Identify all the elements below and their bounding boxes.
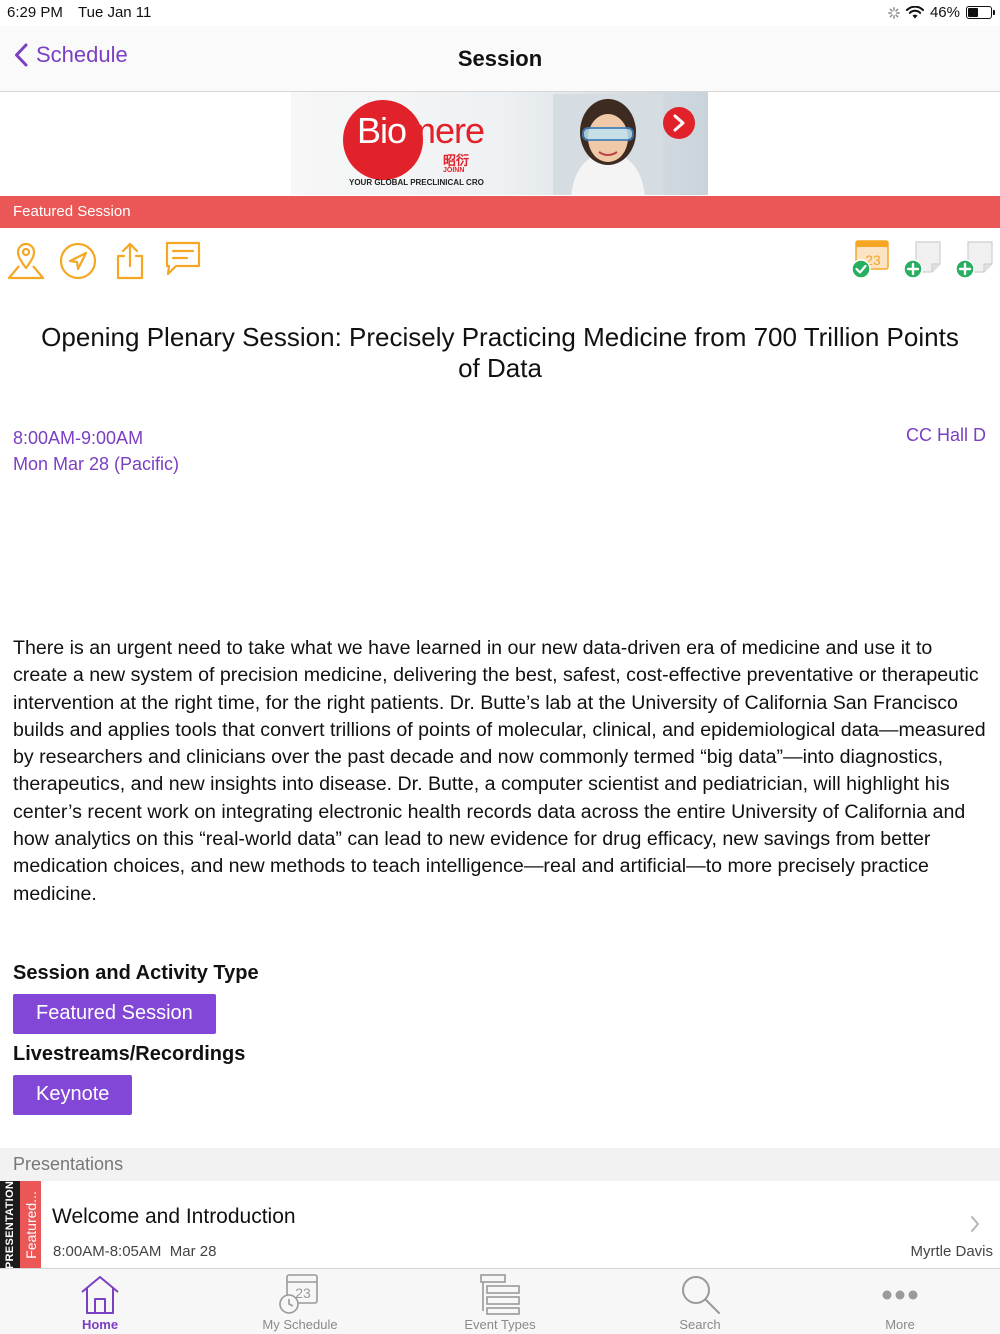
- sponsor-banner[interactable]: Biomere 昭衍 JOINN YOUR GLOBAL PRECLINICAL…: [291, 92, 708, 195]
- presentation-category-label: Featured...: [20, 1181, 41, 1268]
- banner-arrow-button[interactable]: [663, 107, 695, 139]
- home-icon: [81, 1276, 119, 1314]
- livestreams-heading: Livestreams/Recordings: [13, 1043, 246, 1065]
- presentation-title: Welcome and Introduction: [52, 1205, 296, 1228]
- banner-scientist-image: [553, 94, 663, 195]
- presentation-type-label: PRESENTATION: [0, 1180, 20, 1269]
- navigation-bar: Schedule Session: [0, 26, 1000, 92]
- banner-brand: Biomere: [357, 110, 485, 151]
- session-time: 8:00AM-9:00AM: [13, 428, 144, 448]
- map-location-icon[interactable]: [6, 240, 46, 280]
- featured-session-strip: Featured Session: [0, 196, 1000, 228]
- battery-percent: 46%: [929, 4, 960, 21]
- wifi-icon: [905, 6, 924, 19]
- svg-text:23: 23: [295, 1285, 311, 1301]
- added-to-calendar-icon[interactable]: 23: [850, 240, 890, 280]
- tab-my-schedule[interactable]: 23 My Schedule: [200, 1269, 400, 1334]
- session-date: Mon Mar 28 (Pacific): [13, 454, 180, 474]
- session-description: There is an urgent need to take what we …: [13, 637, 986, 905]
- presentation-row[interactable]: PRESENTATION Featured... Welcome and Int…: [0, 1180, 1000, 1269]
- tab-home[interactable]: Home: [0, 1269, 200, 1334]
- share-icon[interactable]: [110, 240, 150, 280]
- featured-session-tag[interactable]: Featured Session: [13, 994, 216, 1034]
- activity-type-heading: Session and Activity Type: [13, 962, 259, 984]
- session-datetime: 8:00AM-9:00AM Mon Mar 28 (Pacific): [13, 425, 179, 477]
- add-note-icon[interactable]: [902, 240, 942, 280]
- search-icon: [682, 1276, 720, 1314]
- tab-event-types[interactable]: Event Types: [400, 1269, 600, 1334]
- status-bar: 6:29 PM Tue Jan 11 46%: [0, 0, 1000, 26]
- battery-level: [968, 8, 978, 17]
- banner-tagline: YOUR GLOBAL PRECLINICAL CRO: [349, 178, 484, 187]
- add-to-list-icon[interactable]: [954, 240, 994, 280]
- presentation-time: 8:00AM-8:05AM Mar 28: [53, 1243, 217, 1260]
- chevron-right-icon: [971, 1216, 979, 1232]
- chevron-right-icon: [673, 114, 685, 132]
- status-time: 6:29 PM: [7, 4, 63, 21]
- activity-spinner-icon: [888, 6, 900, 19]
- tab-bar: Home 23 My Schedule Event Types Search M…: [0, 1268, 1000, 1334]
- calendar-clock-icon: 23: [279, 1274, 318, 1314]
- list-icon: [480, 1274, 520, 1315]
- tab-more[interactable]: More: [800, 1269, 1000, 1334]
- presentations-header: Presentations: [0, 1148, 1000, 1181]
- session-title: Opening Plenary Session: Precisely Pract…: [41, 322, 959, 383]
- banner-chinese-text: 昭衍 JOINN: [443, 153, 470, 174]
- page-title: Session: [457, 46, 543, 71]
- keynote-tag[interactable]: Keynote: [13, 1075, 133, 1115]
- comment-icon[interactable]: [162, 240, 202, 280]
- tab-search[interactable]: Search: [600, 1269, 800, 1334]
- status-date: Tue Jan 11: [78, 4, 152, 21]
- session-room-link[interactable]: CC Hall D: [906, 425, 986, 446]
- status-indicators: 46%: [888, 4, 995, 21]
- more-icon: [882, 1290, 918, 1300]
- navigate-icon[interactable]: [58, 240, 98, 280]
- battery-icon: [966, 6, 995, 19]
- presentation-speaker: Myrtle Davis: [910, 1243, 993, 1260]
